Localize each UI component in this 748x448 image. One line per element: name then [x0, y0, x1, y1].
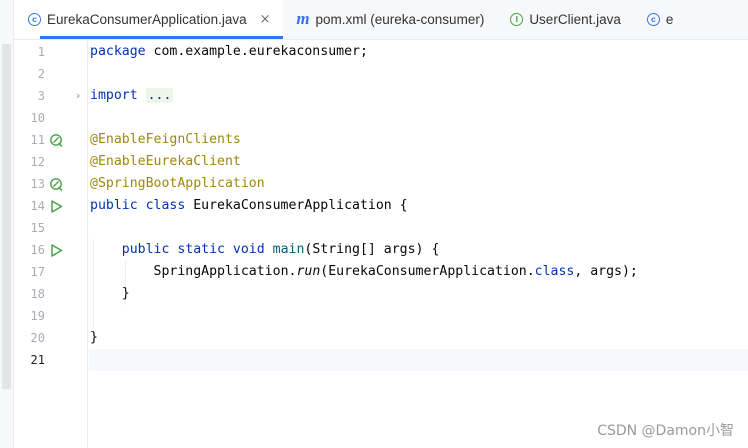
tab-truncated[interactable]: c e — [633, 0, 686, 39]
line-number: 14 — [30, 199, 45, 213]
class-icon: c — [28, 12, 41, 26]
code-line-12: @EnableEurekaClient — [90, 154, 241, 169]
current-line-highlight — [89, 349, 748, 371]
run-icon[interactable] — [49, 243, 64, 258]
line-number: 13 — [30, 177, 45, 191]
tab-label: pom.xml (eureka-consumer) — [315, 11, 485, 27]
class-icon: c — [646, 12, 660, 26]
line-number: 18 — [30, 287, 45, 301]
interface-icon: I — [510, 12, 524, 26]
tab-label: e — [665, 11, 674, 27]
code-line-18: } — [90, 286, 130, 301]
code-line-1: package com.example.eurekaconsumer; — [90, 44, 368, 59]
expand-fold-icon[interactable]: › — [76, 85, 80, 107]
line-number: 10 — [30, 111, 45, 125]
line-number: 3 — [37, 89, 45, 103]
line-number: 20 — [30, 331, 45, 345]
code-line-20: } — [90, 330, 98, 345]
line-number: 19 — [30, 309, 45, 323]
line-number: 16 — [30, 243, 45, 257]
folded-imports[interactable]: ... — [145, 88, 174, 103]
editor-tab-bar: c EurekaConsumerApplication.java × m pom… — [14, 0, 748, 40]
tab-label: EurekaConsumerApplication.java — [47, 11, 247, 27]
code-line-17: SpringApplication.run(EurekaConsumerAppl… — [153, 264, 638, 279]
tab-pom-xml[interactable]: m pom.xml (eureka-consumer) — [283, 0, 497, 39]
run-icon[interactable] — [49, 199, 64, 214]
line-number: 1 — [37, 45, 45, 59]
spring-bean-icon[interactable] — [49, 133, 64, 148]
code-line-16: public static void main(String[] args) { — [121, 242, 440, 257]
tab-user-client[interactable]: I UserClient.java — [496, 0, 633, 39]
project-scrollbar[interactable] — [2, 44, 11, 389]
code-line-11: @EnableFeignClients — [90, 132, 241, 147]
maven-icon: m — [296, 9, 310, 28]
close-icon[interactable]: × — [260, 12, 271, 27]
line-number: 15 — [30, 221, 45, 235]
tab-label: UserClient.java — [529, 11, 621, 27]
left-tool-strip — [0, 0, 14, 448]
code-editor[interactable]: package com.example.eurekaconsumer; impo… — [89, 41, 748, 448]
tab-eureka-consumer-application[interactable]: c EurekaConsumerApplication.java × — [14, 0, 283, 39]
line-number-current: 21 — [30, 353, 45, 367]
editor-gutter: 1 2 3 › 10 11 12 13 14 15 16 17 18 19 20… — [14, 41, 88, 448]
code-line-3: import ... — [90, 88, 174, 103]
spring-bean-icon[interactable] — [49, 177, 64, 192]
line-number: 2 — [37, 67, 45, 81]
code-line-14: public class EurekaConsumerApplication { — [90, 198, 408, 213]
watermark: CSDN @Damon小智 — [597, 423, 734, 439]
line-number: 12 — [30, 155, 45, 169]
line-number: 17 — [30, 265, 45, 279]
line-number: 11 — [30, 133, 45, 147]
code-line-13: @SpringBootApplication — [90, 176, 265, 191]
